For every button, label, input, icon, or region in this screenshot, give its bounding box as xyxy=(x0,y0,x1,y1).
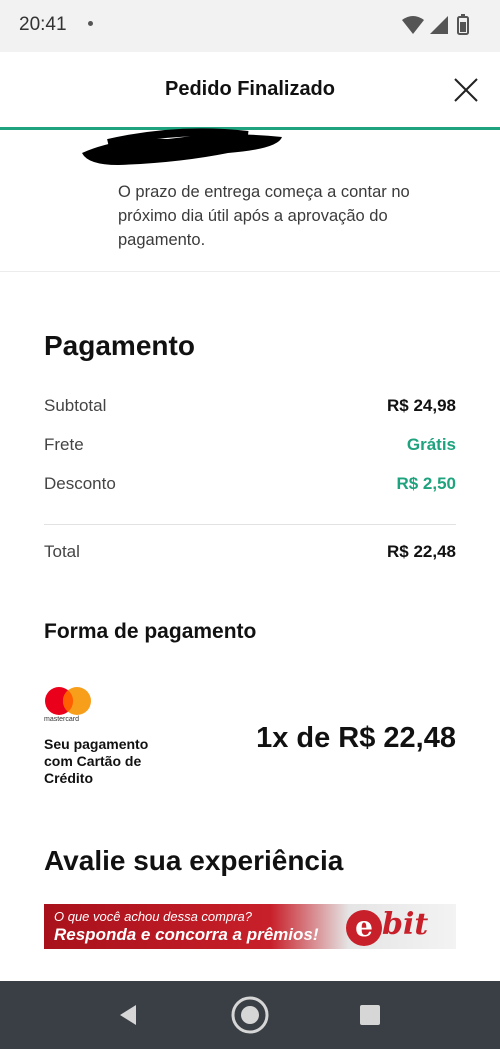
app-header: Pedido Finalizado xyxy=(0,52,500,128)
status-icons xyxy=(402,14,469,35)
page-title: Pedido Finalizado xyxy=(164,78,335,100)
home-circle-icon xyxy=(231,996,269,1034)
rate-experience-title: Avalie sua experiência xyxy=(44,845,344,876)
shipping-value: Grátis xyxy=(406,435,456,454)
total-value: R$ 22,48 xyxy=(387,542,456,561)
shipping-row: Frete Grátis xyxy=(44,435,456,459)
ebit-logo: e bit xyxy=(346,907,454,947)
ebit-banner-cta: Responda e concorra a prêmios! xyxy=(54,925,319,944)
home-button[interactable] xyxy=(230,995,270,1035)
ebit-logo-text: bit xyxy=(382,907,429,942)
ebit-banner-question: O que você achou dessa compra? xyxy=(54,909,253,924)
notification-dot-icon xyxy=(88,21,93,26)
subtotal-label: Subtotal xyxy=(44,396,107,415)
status-time: 20:41 xyxy=(19,14,67,35)
discount-row: Desconto R$ 2,50 xyxy=(44,474,456,498)
totals-divider xyxy=(44,524,456,525)
navigation-bar xyxy=(0,981,500,1049)
subtotal-value: R$ 24,98 xyxy=(387,396,456,415)
ebit-logo-e: e xyxy=(346,910,382,946)
status-bar: 20:41 xyxy=(0,0,500,52)
close-icon xyxy=(454,78,478,102)
back-triangle-icon xyxy=(120,1005,136,1025)
ebit-survey-banner[interactable]: O que você achou dessa compra? Responda … xyxy=(44,904,456,949)
signal-icon xyxy=(430,16,448,34)
payment-method-title: Forma de pagamento xyxy=(44,620,257,643)
shipping-label: Frete xyxy=(44,435,84,454)
payment-description: Seu pagamento com Cartão de Crédito xyxy=(44,736,149,786)
redacted-text-scribble xyxy=(82,128,282,165)
subtotal-row: Subtotal R$ 24,98 xyxy=(44,396,456,420)
section-divider xyxy=(0,271,500,272)
back-button[interactable] xyxy=(108,995,148,1035)
total-row: Total R$ 22,48 xyxy=(44,542,456,566)
recents-square-icon xyxy=(360,1005,380,1025)
total-label: Total xyxy=(44,542,80,561)
wifi-icon xyxy=(402,16,424,34)
delivery-note: O prazo de entrega começa a contar no pr… xyxy=(118,183,410,249)
discount-value: R$ 2,50 xyxy=(396,474,456,493)
discount-label: Desconto xyxy=(44,474,116,493)
recents-button[interactable] xyxy=(350,995,390,1035)
payment-section-title: Pagamento xyxy=(44,330,195,361)
card-brand-label: mastercard xyxy=(44,716,80,723)
close-button[interactable] xyxy=(452,76,480,104)
installments-amount: 1x de R$ 22,48 xyxy=(256,722,456,754)
